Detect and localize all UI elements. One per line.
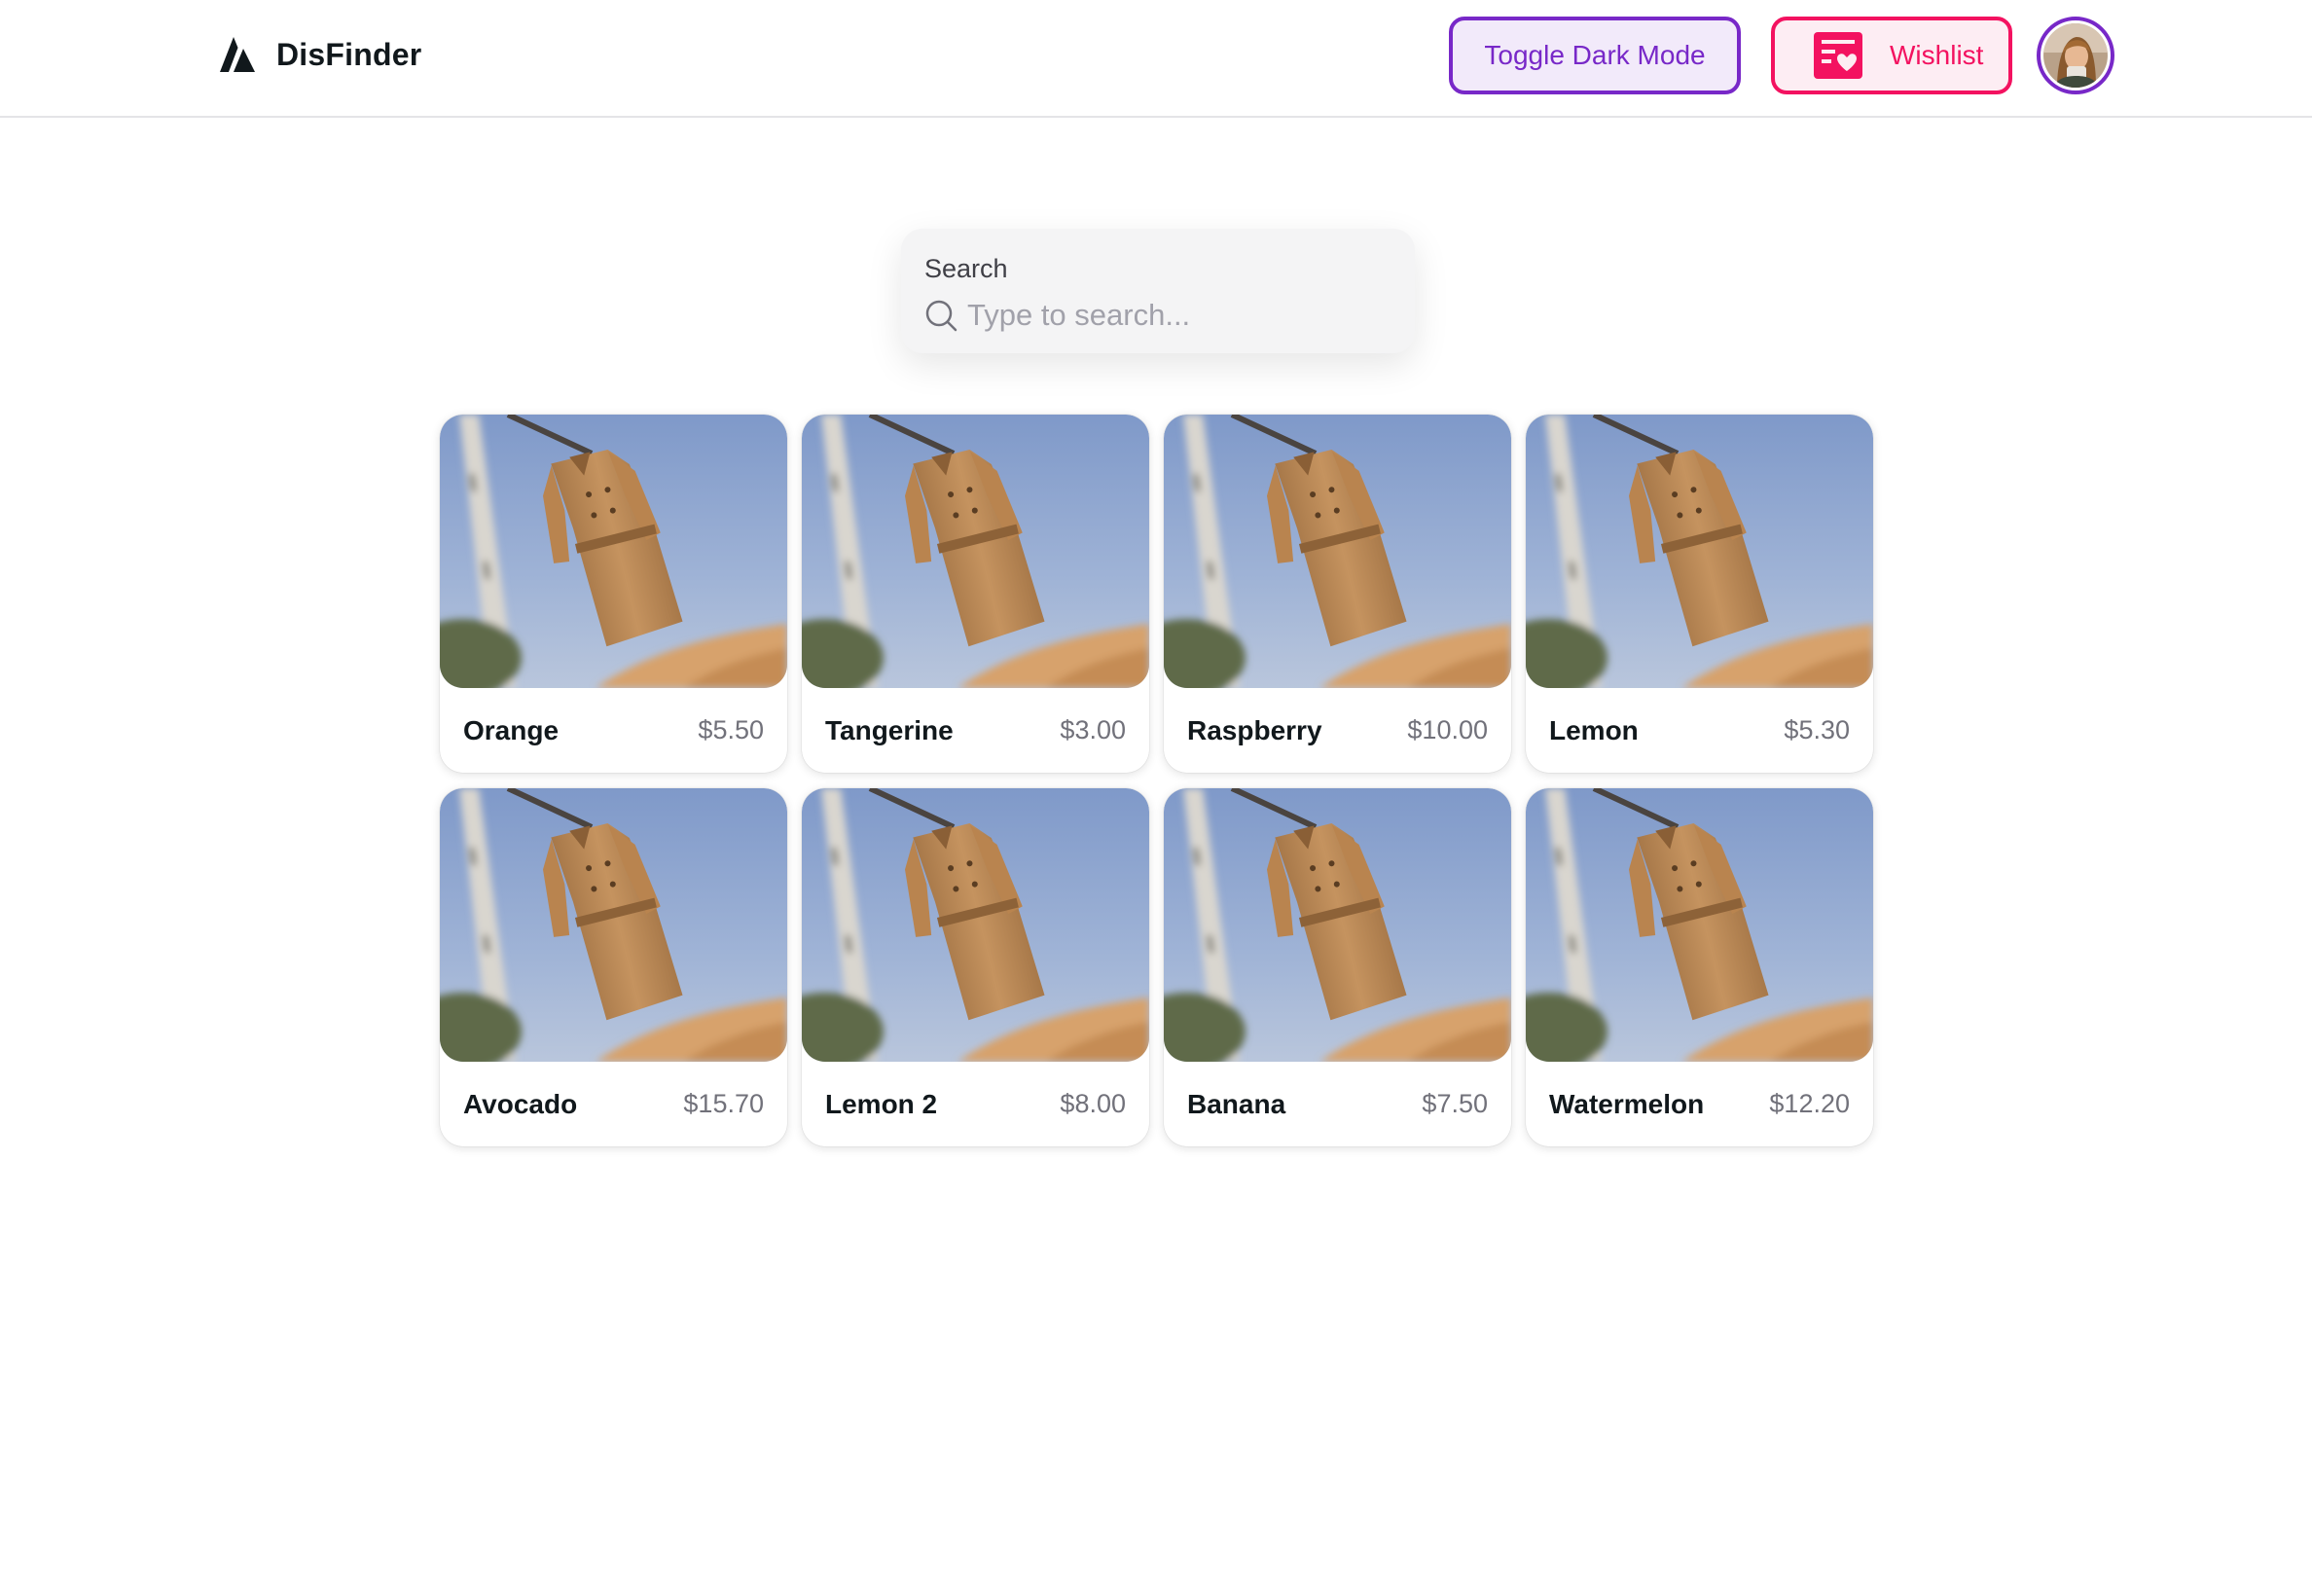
product-card[interactable]: Banana $7.50: [1164, 788, 1511, 1146]
product-image: [1164, 415, 1511, 688]
product-image: [1164, 788, 1511, 1062]
product-image: [802, 415, 1149, 688]
search-box: Search: [901, 229, 1415, 353]
search-label: Search: [924, 254, 1008, 283]
product-card[interactable]: Lemon $5.30: [1526, 415, 1873, 773]
product-price: $7.50: [1422, 1089, 1488, 1118]
product-name: Lemon: [1549, 714, 1639, 745]
product-card-footer: Banana $7.50: [1164, 1062, 1511, 1146]
product-name: Tangerine: [825, 714, 954, 745]
product-card-footer: Lemon 2 $8.00: [802, 1062, 1149, 1146]
product-price: $5.50: [698, 715, 764, 744]
product-grid: Orange $5.50 Tangerine $3.00 Raspberry $…: [440, 415, 1873, 1146]
search-input[interactable]: [967, 298, 1376, 333]
navbar: DisFinder Toggle Dark Mode Wishlist: [0, 0, 2312, 118]
product-name: Watermelon: [1549, 1088, 1705, 1119]
wishlist-label: Wishlist: [1890, 40, 1984, 70]
product-card[interactable]: Watermelon $12.20: [1526, 788, 1873, 1146]
toggle-dark-mode-button[interactable]: Toggle Dark Mode: [1449, 17, 1741, 94]
product-name: Avocado: [463, 1088, 578, 1119]
product-price: $10.00: [1407, 715, 1488, 744]
product-name: Banana: [1187, 1088, 1286, 1119]
product-image: [1526, 415, 1873, 688]
page: DisFinder Toggle Dark Mode Wishlist Sear…: [0, 0, 2312, 1596]
avatar-image: [2043, 23, 2108, 88]
product-card[interactable]: Lemon 2 $8.00: [802, 788, 1149, 1146]
product-price: $15.70: [683, 1089, 764, 1118]
wishlist-heart-icon: [1814, 32, 1862, 79]
product-card[interactable]: Raspberry $10.00: [1164, 415, 1511, 773]
product-card-footer: Avocado $15.70: [440, 1062, 787, 1146]
product-price: $3.00: [1060, 715, 1126, 744]
search-icon: [925, 300, 957, 332]
wishlist-button[interactable]: Wishlist: [1771, 17, 2012, 94]
product-card-footer: Raspberry $10.00: [1164, 688, 1511, 773]
product-price: $8.00: [1060, 1089, 1126, 1118]
user-avatar[interactable]: [2037, 17, 2114, 94]
product-card[interactable]: Avocado $15.70: [440, 788, 787, 1146]
product-card-footer: Lemon $5.30: [1526, 688, 1873, 773]
product-image: [802, 788, 1149, 1062]
product-name: Lemon 2: [825, 1088, 938, 1119]
product-image: [440, 415, 787, 688]
product-card[interactable]: Tangerine $3.00: [802, 415, 1149, 773]
product-card-footer: Orange $5.50: [440, 688, 787, 773]
triangle-logo-icon: [220, 37, 255, 72]
product-price: $5.30: [1784, 715, 1850, 744]
product-price: $12.20: [1769, 1089, 1850, 1118]
search-row: [924, 298, 1391, 333]
product-image: [1526, 788, 1873, 1062]
brand-name: DisFinder: [276, 36, 422, 72]
product-image: [440, 788, 787, 1062]
brand[interactable]: DisFinder: [220, 31, 421, 78]
product-card-footer: Watermelon $12.20: [1526, 1062, 1873, 1146]
product-card-footer: Tangerine $3.00: [802, 688, 1149, 773]
product-card[interactable]: Orange $5.50: [440, 415, 787, 773]
product-name: Orange: [463, 714, 560, 745]
product-name: Raspberry: [1187, 714, 1322, 745]
